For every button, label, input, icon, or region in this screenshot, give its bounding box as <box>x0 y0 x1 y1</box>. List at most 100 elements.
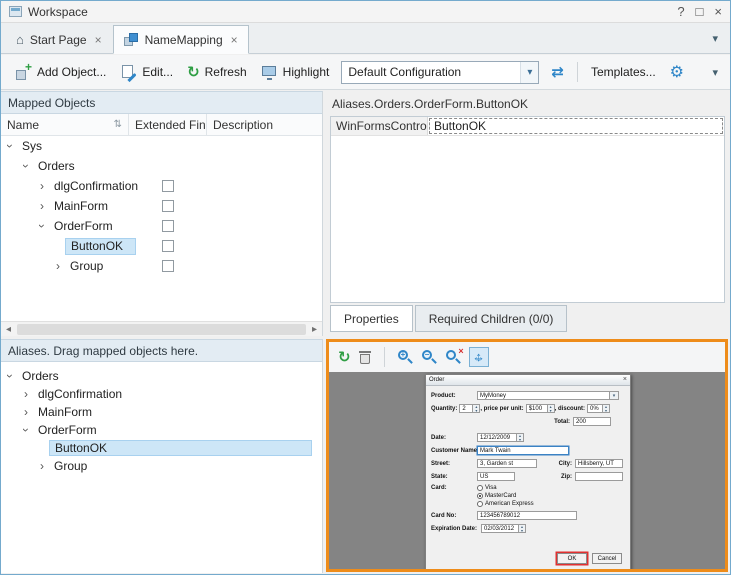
extended-find-checkbox[interactable] <box>162 260 174 272</box>
alias-item-buttonok[interactable]: ButtonOK <box>1 439 322 457</box>
tab-namemapping[interactable]: NameMapping × <box>113 25 249 54</box>
extended-find-checkbox[interactable] <box>162 200 174 212</box>
radio-icon <box>477 501 483 507</box>
tab-start-page[interactable]: ⌂ Start Page × <box>5 26 113 53</box>
sort-icon[interactable]: ⇅ <box>114 119 122 130</box>
chevron-collapsed-icon[interactable]: › <box>19 387 33 401</box>
discount-label: , discount: <box>555 406 585 412</box>
city-label: City: <box>559 461 572 467</box>
chevron-collapsed-icon[interactable]: › <box>35 179 49 193</box>
quantity-field: 2 <box>459 404 473 413</box>
tree-item-sys[interactable]: › Sys <box>1 136 322 156</box>
street-row: Street: 3, Garden st City: Hillsberry, U… <box>431 459 625 468</box>
toolbar-overflow-icon[interactable]: ▾ <box>712 66 722 79</box>
configuration-select[interactable]: Default Configuration ▾ <box>341 61 539 84</box>
settings-button[interactable]: ⚙ <box>664 59 690 85</box>
object-name-cell[interactable]: ButtonOK <box>428 117 724 135</box>
tree-item-buttonok[interactable]: ButtonOK <box>1 236 322 256</box>
city-field: Hillsberry, UT <box>575 459 623 468</box>
spinner-icon: ▴▾ <box>603 404 610 413</box>
order-title: Order <box>429 377 444 383</box>
refresh-image-icon[interactable]: ↻ <box>338 348 351 366</box>
chevron-down-icon[interactable]: ▾ <box>520 62 538 83</box>
scroll-right-icon[interactable]: ▸ <box>307 324 322 335</box>
alias-item-orderform[interactable]: › OrderForm <box>1 421 322 439</box>
edit-button[interactable]: Edit... <box>114 61 179 84</box>
card-no-row: Card No: 123456789012 <box>431 511 625 520</box>
mapped-objects-tree: › Sys › Orders › dlgConfirmation › MainF… <box>1 136 322 276</box>
alias-item-group[interactable]: › Group <box>1 457 322 475</box>
aliases-panel: Aliases. Drag mapped objects here. › Ord… <box>1 339 323 573</box>
extended-find-checkbox[interactable] <box>162 240 174 252</box>
refresh-icon: ↻ <box>187 64 200 81</box>
close-tab-icon[interactable]: × <box>231 33 238 47</box>
document-tabbar: ⌂ Start Page × NameMapping × ▾ <box>1 23 730 54</box>
zoom-out-icon[interactable]: − <box>421 349 438 366</box>
tree-item-dlgconfirmation[interactable]: › dlgConfirmation <box>1 176 322 196</box>
maximize-button[interactable]: □ <box>696 4 704 19</box>
card-label: Card: <box>431 485 477 491</box>
chevron-expanded-icon[interactable]: › <box>3 139 17 153</box>
tab-properties[interactable]: Properties <box>330 305 413 332</box>
chevron-collapsed-icon[interactable]: › <box>19 405 33 419</box>
extended-find-checkbox[interactable] <box>162 180 174 192</box>
column-header-description[interactable]: Description <box>207 114 322 135</box>
alias-item-orders[interactable]: › Orders <box>1 367 322 385</box>
chevron-down-icon: ▾ <box>610 391 619 400</box>
close-button[interactable]: × <box>714 4 722 19</box>
templates-button[interactable]: Templates... <box>585 62 662 82</box>
workspace-window: Workspace ? □ × ⌂ Start Page × NameMappi… <box>0 0 731 575</box>
extended-find-checkbox[interactable] <box>162 220 174 232</box>
tree-item-group[interactable]: › Group <box>1 256 322 276</box>
table-row[interactable]: WinFormsContro ButtonOK <box>331 117 724 136</box>
column-header-extended-find[interactable]: Extended Find <box>129 114 207 135</box>
add-object-label: Add Object... <box>37 65 106 79</box>
chevron-expanded-icon[interactable]: › <box>35 219 49 233</box>
chevron-expanded-icon[interactable]: › <box>19 159 33 173</box>
zoom-in-icon[interactable]: + <box>397 349 414 366</box>
namemapping-icon <box>124 33 139 47</box>
chevron-collapsed-icon[interactable]: › <box>35 199 49 213</box>
help-button[interactable]: ? <box>677 4 684 19</box>
tree-item-orders[interactable]: › Orders <box>1 156 322 176</box>
update-mapping-button[interactable]: ⇄ <box>545 60 570 84</box>
horizontal-scrollbar[interactable]: ◂ ▸ <box>1 321 322 336</box>
delete-image-icon[interactable] <box>358 351 372 364</box>
cancel-button: Cancel <box>592 553 622 564</box>
toolbar-separator <box>577 62 578 82</box>
zip-field <box>575 472 623 481</box>
chevron-expanded-icon[interactable]: › <box>3 369 17 383</box>
close-tab-icon[interactable]: × <box>95 33 102 47</box>
alias-item-mainform[interactable]: › MainForm <box>1 403 322 421</box>
window-title: Workspace <box>28 5 88 19</box>
tree-item-mainform[interactable]: › MainForm <box>1 196 322 216</box>
add-object-button[interactable]: + Add Object... <box>9 61 112 84</box>
tab-required-children[interactable]: Required Children (0/0) <box>415 305 568 332</box>
chevron-collapsed-icon[interactable]: › <box>51 259 65 273</box>
tab-overflow-icon[interactable]: ▾ <box>712 32 718 45</box>
zoom-cancel-icon[interactable]: × <box>445 349 462 366</box>
tab-namemapping-label: NameMapping <box>145 33 223 47</box>
date-row: Date: 12/12/2009 ▴▾ <box>431 433 625 442</box>
tree-item-orderform[interactable]: › OrderForm <box>1 216 322 236</box>
alias-item-dlgconfirmation[interactable]: › dlgConfirmation <box>1 385 322 403</box>
order-close-icon: × <box>623 375 627 385</box>
pan-mode-icon[interactable]: ↔↕ <box>469 347 489 367</box>
add-object-icon: + <box>15 64 32 81</box>
refresh-button[interactable]: ↻ Refresh <box>181 61 253 84</box>
discount-field: 0% <box>587 404 603 413</box>
price-field: $100 <box>526 404 548 413</box>
chevron-expanded-icon[interactable]: › <box>19 423 33 437</box>
object-name-value[interactable]: ButtonOK <box>429 118 723 134</box>
highlight-button[interactable]: Highlight <box>255 61 336 84</box>
gear-icon: ⚙ <box>670 62 684 82</box>
aliases-title: Aliases. Drag mapped objects here. <box>8 344 198 358</box>
scrollbar-thumb[interactable] <box>17 324 306 335</box>
order-titlebar: Order × <box>426 375 630 386</box>
column-header-name[interactable]: Name ⇅ <box>1 114 129 135</box>
chevron-collapsed-icon[interactable]: › <box>35 459 49 473</box>
scroll-left-icon[interactable]: ◂ <box>1 324 16 335</box>
templates-label: Templates... <box>591 65 656 79</box>
edit-label: Edit... <box>142 65 173 79</box>
mapped-objects-column-headers: Name ⇅ Extended Find Description <box>1 114 322 136</box>
